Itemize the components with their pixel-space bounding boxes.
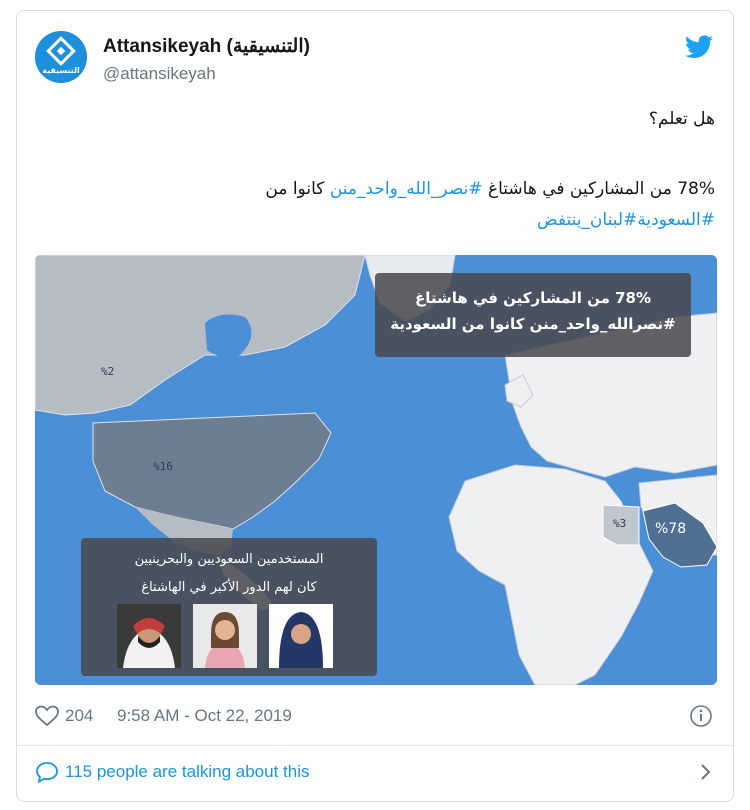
tweet-line-2-prefix: 78% من المشاركين في هاشتاغ <box>482 179 715 199</box>
usa-percentage-label: %16 <box>153 460 173 473</box>
heart-icon[interactable] <box>35 705 59 727</box>
canada-percentage-label: %2 <box>101 365 115 378</box>
chevron-right-icon[interactable] <box>695 761 715 783</box>
footer-divider <box>17 745 733 746</box>
tweet-line-2-suffix: كانوا من <box>265 179 330 199</box>
twitter-bird-icon[interactable] <box>685 35 713 59</box>
tweet-card: التنسيقية Attansikeyah (التنسيقية) @atta… <box>16 10 734 802</box>
user-photo-2 <box>193 604 257 668</box>
like-count[interactable]: 204 <box>65 706 93 726</box>
conversation-count-label[interactable]: 115 people are talking about this <box>65 762 309 782</box>
speech-bubble-icon <box>36 762 58 783</box>
tweet-line-1: هل تعلم؟ <box>648 109 715 129</box>
display-name[interactable]: Attansikeyah (التنسيقية) <box>103 35 310 58</box>
users-overlay: المستخدمين السعوديين والبحرينيين كان لهم… <box>81 538 377 676</box>
tweet-meta-row: 204 9:58 AM - Oct 22, 2019 <box>35 703 717 733</box>
stat-overlay: 78% من المشاركين في هاشتاغ #نصرالله_واحد… <box>375 273 691 357</box>
users-overlay-line-1: المستخدمين السعوديين والبحرينيين <box>134 552 324 567</box>
avatar-logo-icon: التنسيقية <box>35 31 87 83</box>
users-overlay-line-2: كان لهم الدور الأكبر في الهاشتاغ <box>141 580 317 595</box>
hashtag-links[interactable]: #السعودية#لبنان_ينتفض <box>35 210 715 230</box>
info-icon[interactable] <box>689 704 713 728</box>
user-photos <box>117 604 333 668</box>
avatar[interactable]: التنسيقية <box>35 31 87 83</box>
conversation-link[interactable]: 115 people are talking about this <box>35 759 717 787</box>
egypt-percentage-label: %3 <box>613 517 627 530</box>
tweet-timestamp[interactable]: 9:58 AM - Oct 22, 2019 <box>117 706 292 726</box>
svg-text:التنسيقية: التنسيقية <box>42 66 80 75</box>
stat-overlay-line-1: 78% من المشاركين في هاشتاغ <box>414 289 652 307</box>
stat-overlay-line-2: #نصرالله_واحد_منن كانوا من السعودية <box>390 315 676 333</box>
user-photo-3 <box>269 604 333 668</box>
user-handle[interactable]: @attansikeyah <box>103 64 216 84</box>
saudi-percentage-label: %78 <box>655 521 687 537</box>
user-photo-1 <box>117 604 181 668</box>
tweet-media-image[interactable]: %2 %16 %3 %78 78% من المشاركين في هاشتاغ… <box>35 255 717 685</box>
hashtag-link[interactable]: #نصر_الله_واحد_منن <box>330 179 483 199</box>
tweet-line-2: 78% من المشاركين في هاشتاغ #نصر_الله_واح… <box>35 179 715 199</box>
